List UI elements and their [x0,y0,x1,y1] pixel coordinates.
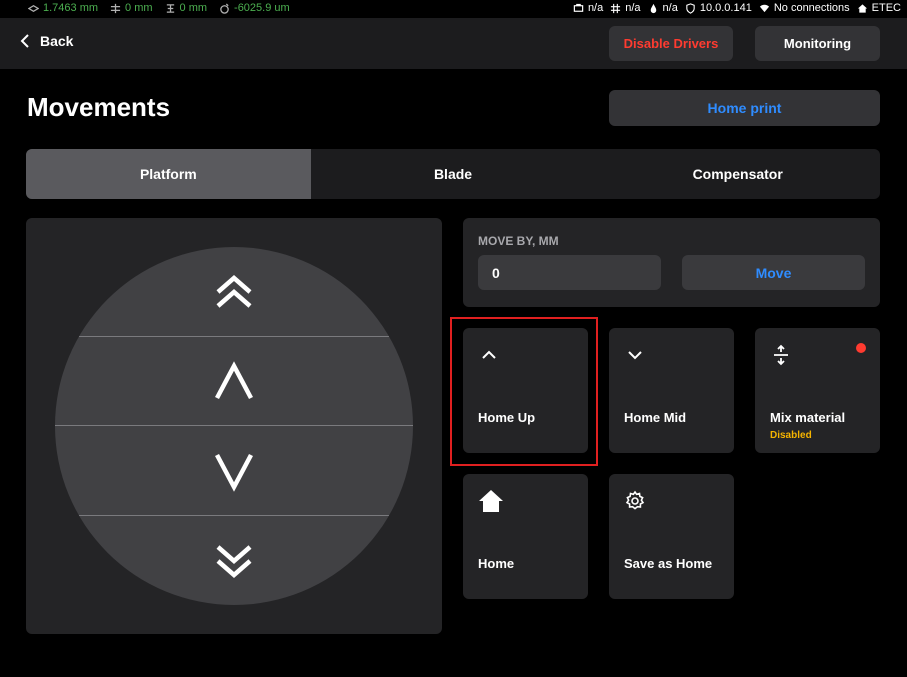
position-readout-3: 0 mm [165,2,208,14]
top-bar: Back Disable Drivers Monitoring [0,18,907,69]
double-chevron-down-icon [216,544,252,578]
home-button[interactable]: Home [463,474,588,599]
card-status: Disabled [770,430,812,441]
compensator-axis-icon [166,3,174,13]
device-name: ETEC [871,2,901,14]
status-value-2: n/a [625,2,641,14]
chevron-left-icon [20,34,29,48]
double-chevron-up-icon [216,274,252,308]
jog-divider [79,515,389,516]
tab-blade[interactable]: Blade [311,149,596,199]
status-dot [856,343,866,353]
jog-down-fast-button[interactable] [55,516,413,605]
position-readout-2: 0 mm [110,2,153,14]
mix-arrows-icon [774,344,788,366]
home-up-button[interactable]: Home Up [463,328,588,453]
jog-up-fast-button[interactable] [55,247,413,336]
position-value-3: 0 mm [179,2,208,14]
system-status: n/a n/a n/a 10.0.0.141 No connections ET… [573,2,901,14]
home-mid-button[interactable]: Home Mid [609,328,734,453]
save-as-home-button[interactable]: Save as Home [609,474,734,599]
status-item-device: ETEC [857,2,901,14]
move-by-label: MOVE BY, MM [478,234,559,248]
status-item-ip: 10.0.0.141 [685,2,752,14]
position-readout-1: 1.7463 mm [28,2,98,14]
status-value-3: n/a [662,2,678,14]
position-value-2: 0 mm [125,2,153,14]
chevron-down-icon [215,453,253,492]
card-label: Home Mid [624,410,687,425]
chevron-up-icon [482,350,496,359]
chevron-up-icon [215,360,253,399]
move-by-panel: MOVE BY, MM Move [463,218,880,307]
sensor-icon [611,3,621,13]
blade-axis-icon [110,3,121,13]
status-value-1: n/a [587,2,604,14]
jog-panel [26,218,442,634]
shield-icon [686,2,695,14]
rotation-icon [220,2,229,14]
tab-platform[interactable]: Platform [26,149,311,199]
tab-compensator[interactable]: Compensator [595,149,880,199]
mix-material-button[interactable]: Mix material Disabled [755,328,880,453]
status-item-connection: No connections [759,2,850,14]
position-readouts: 1.7463 mm 0 mm 0 mm -6025.9 um [28,2,290,14]
layers-icon [28,4,39,12]
wifi-icon [759,4,769,12]
home-print-button[interactable]: Home print [609,90,880,126]
back-label: Back [40,33,74,49]
printer-icon [573,3,584,12]
jog-divider [79,336,389,337]
status-item-3: n/a [648,2,678,14]
status-item-1: n/a [573,2,603,14]
status-bar: 1.7463 mm 0 mm 0 mm -6025.9 um n/a n/a n… [0,0,907,18]
home-icon [479,490,503,512]
connection-status: No connections [773,2,850,14]
card-label: Save as Home [624,556,713,571]
axis-tabs: Platform Blade Compensator [26,149,880,199]
back-button[interactable]: Back [20,33,73,49]
jog-down-button[interactable] [55,426,413,515]
move-by-input[interactable] [478,255,661,290]
gear-icon [625,490,645,510]
page-title: Movements [27,92,171,122]
position-value-4: -6025.9 um [234,2,290,14]
card-label: Home Up [478,410,536,425]
card-label: Home [478,556,515,571]
card-label: Mix material [770,410,846,425]
disable-drivers-button[interactable]: Disable Drivers [609,26,733,61]
status-item-2: n/a [610,2,641,14]
position-readout-4: -6025.9 um [219,2,290,14]
chevron-down-icon [628,351,642,360]
home-small-icon [857,3,867,13]
position-value-1: 1.7463 mm [43,2,99,14]
jog-up-button[interactable] [55,337,413,426]
monitoring-button[interactable]: Monitoring [755,26,880,61]
jog-wheel [55,247,413,605]
move-button[interactable]: Move [682,255,865,290]
ip-address: 10.0.0.141 [699,2,752,14]
resin-drop-icon [650,3,656,13]
jog-divider [55,425,413,426]
